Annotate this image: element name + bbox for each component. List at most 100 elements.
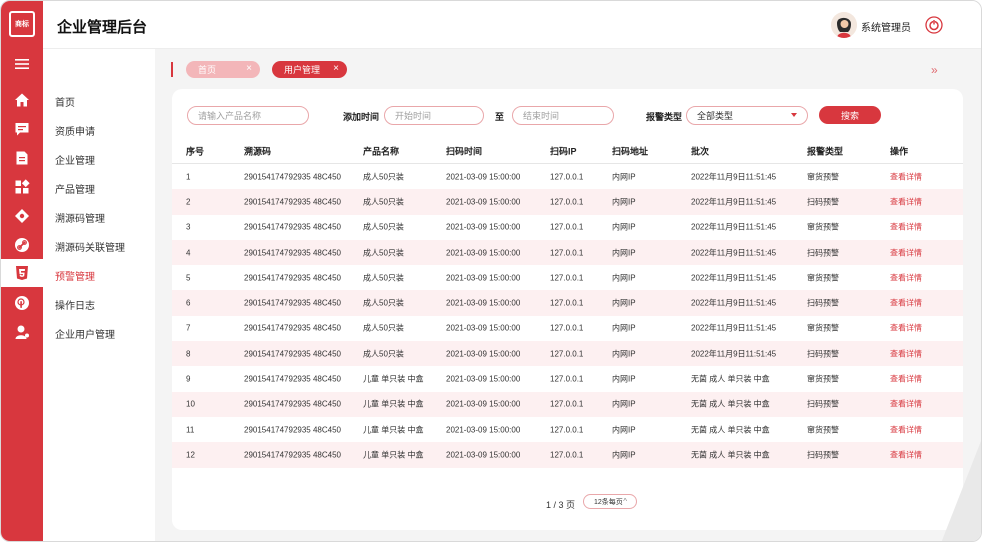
view-details-link[interactable]: 查看详情 xyxy=(890,272,922,283)
table-cell: 无菌 成人 单只装 中盒 xyxy=(691,425,770,435)
table-cell: 3 xyxy=(186,222,191,232)
table-cell: 窜货预警 xyxy=(807,425,839,435)
sidebar-item-log[interactable]: 操作日志 xyxy=(55,297,95,312)
table-cell: 5 xyxy=(186,273,191,283)
sidebar-item-product[interactable]: 产品管理 xyxy=(55,181,95,196)
column-header: 报警类型 xyxy=(807,146,844,157)
document-icon[interactable] xyxy=(12,148,32,168)
table-cell: 8 xyxy=(186,349,191,359)
table-row: 2 290154174792935 48C450 成人50只装 2021-03-09 … xyxy=(172,189,963,215)
page-indicator: 1 / 3 页 xyxy=(546,500,576,510)
view-details-link[interactable]: 查看详情 xyxy=(890,247,922,258)
add-time-label: 添加时间 xyxy=(343,112,380,122)
user-icon[interactable] xyxy=(12,322,32,342)
table-cell: 内网IP xyxy=(612,323,636,333)
table-cell: 内网IP xyxy=(612,222,636,232)
table-cell: 290154174792935 48C450 xyxy=(244,172,341,182)
table-cell: 2022年11月9日11:51:45 xyxy=(691,197,777,207)
table-cell: 扫码预警 xyxy=(807,399,839,409)
column-header: 序号 xyxy=(186,146,205,157)
table-row: 8 290154174792935 48C450 成人50只装 2021-03-09 … xyxy=(172,341,963,367)
view-details-link[interactable]: 查看详情 xyxy=(890,222,922,233)
table-cell: 无菌 成人 单只装 中盒 xyxy=(691,450,770,460)
end-time-input[interactable]: 结束时间 xyxy=(512,106,614,125)
table-row: 5 290154174792935 48C450 成人50只装 2021-03-09 … xyxy=(172,265,963,290)
page-size-select[interactable]: 12条每页 ^ xyxy=(583,494,637,509)
view-details-link[interactable]: 查看详情 xyxy=(890,399,922,410)
chevron-down-icon xyxy=(791,113,797,117)
table-cell: 儿童 单只装 中盒 xyxy=(363,399,424,409)
column-header: 产品名称 xyxy=(363,146,400,157)
table-row: 9 290154174792935 48C450 儿童 单只装 中盒 2021-03-… xyxy=(172,366,963,391)
table-cell: 127.0.0.1 xyxy=(550,349,584,359)
view-details-link[interactable]: 查看详情 xyxy=(890,348,922,359)
link-icon[interactable] xyxy=(12,235,32,255)
column-header: 扫码时间 xyxy=(446,146,483,157)
column-header: 扫码地址 xyxy=(612,146,649,157)
sidebar-item-enterprise[interactable]: 企业管理 xyxy=(55,152,95,167)
sidebar-item-home[interactable]: 首页 xyxy=(55,94,75,109)
table-cell: 290154174792935 48C450 xyxy=(244,197,341,207)
view-details-link[interactable]: 查看详情 xyxy=(890,424,922,435)
start-time-input[interactable]: 开始时间 xyxy=(384,106,484,125)
view-details-link[interactable]: 查看详情 xyxy=(890,449,922,460)
view-details-link[interactable]: 查看详情 xyxy=(890,298,922,309)
table-cell: 127.0.0.1 xyxy=(550,323,584,333)
user-name[interactable]: 系统管理员 xyxy=(861,19,911,34)
menu-icon[interactable] xyxy=(12,54,32,74)
tab-user-management-close-icon[interactable]: × xyxy=(333,63,339,74)
alert-type-select[interactable]: 全部类型 xyxy=(686,106,808,125)
table-cell: 内网IP xyxy=(612,248,636,258)
touch-icon[interactable] xyxy=(12,293,32,313)
table-cell: 2022年11月9日11:51:45 xyxy=(691,222,777,232)
grid-icon[interactable] xyxy=(12,177,32,197)
tab-home-label: 首页 xyxy=(198,65,217,75)
view-details-link[interactable]: 查看详情 xyxy=(890,323,922,334)
tab-home[interactable]: 首页 × xyxy=(186,61,260,78)
alert-type-label: 报警类型 xyxy=(646,112,683,122)
top-header: 企业管理后台 系统管理员 xyxy=(43,1,981,49)
icon-rail: 商标 xyxy=(1,1,43,541)
table-cell: 2022年11月9日11:51:45 xyxy=(691,273,777,283)
chat-icon[interactable] xyxy=(12,119,32,139)
sidebar-item-enterprise-user[interactable]: 企业用户管理 xyxy=(55,326,115,341)
tab-home-close-icon[interactable]: × xyxy=(246,63,252,74)
table-body: 1 290154174792935 48C450 成人50只装 2021-03-09 … xyxy=(172,164,963,468)
chevron-up-icon: ^ xyxy=(623,497,627,506)
sidebar-item-qualification[interactable]: 资质申请 xyxy=(55,123,95,138)
tabbar-marker xyxy=(171,62,173,77)
table-cell: 4 xyxy=(186,248,191,258)
home-icon[interactable] xyxy=(12,90,32,110)
view-details-link[interactable]: 查看详情 xyxy=(890,171,922,182)
sidebar-item-alert[interactable]: 预警管理 xyxy=(55,268,95,283)
table-cell: 290154174792935 48C450 xyxy=(244,450,341,460)
sidebar-item-trace-link[interactable]: 溯源码关联管理 xyxy=(55,239,125,254)
table-cell: 内网IP xyxy=(612,374,636,384)
table-cell: 内网IP xyxy=(612,425,636,435)
tag-icon[interactable] xyxy=(12,206,32,226)
table-cell: 成人50只装 xyxy=(363,172,404,182)
table-cell: 127.0.0.1 xyxy=(550,425,584,435)
sidebar: 首页 资质申请 企业管理 产品管理 溯源码管理 溯源码关联管理 预警管理 操作日… xyxy=(43,49,155,541)
table-cell: 儿童 单只装 中盒 xyxy=(363,425,424,435)
table-cell: 窜货预警 xyxy=(807,374,839,384)
tab-user-management[interactable]: 用户管理 × xyxy=(272,61,347,78)
table-cell: 窜货预警 xyxy=(807,323,839,333)
view-details-link[interactable]: 查看详情 xyxy=(890,374,922,385)
table-cell: 2021-03-09 15:00:00 xyxy=(446,172,521,182)
table-row: 4 290154174792935 48C450 成人50只装 2021-03-09 … xyxy=(172,239,963,266)
table-cell: 127.0.0.1 xyxy=(550,399,584,409)
column-header: 溯源码 xyxy=(244,146,272,157)
sidebar-item-trace-code[interactable]: 溯源码管理 xyxy=(55,210,105,225)
table-cell: 290154174792935 48C450 xyxy=(244,323,341,333)
tab-user-management-label: 用户管理 xyxy=(284,65,321,75)
table-cell: 2021-03-09 15:00:00 xyxy=(446,197,521,207)
html5-icon[interactable] xyxy=(1,259,43,287)
view-details-link[interactable]: 查看详情 xyxy=(890,196,922,207)
avatar[interactable] xyxy=(831,12,857,38)
table-cell: 7 xyxy=(186,323,191,333)
tabs-more-icon[interactable]: » xyxy=(931,63,938,77)
search-button[interactable]: 搜索 xyxy=(819,106,881,124)
product-name-input[interactable]: 请输入产品名称 xyxy=(187,106,309,125)
table-cell: 2021-03-09 15:00:00 xyxy=(446,374,521,384)
